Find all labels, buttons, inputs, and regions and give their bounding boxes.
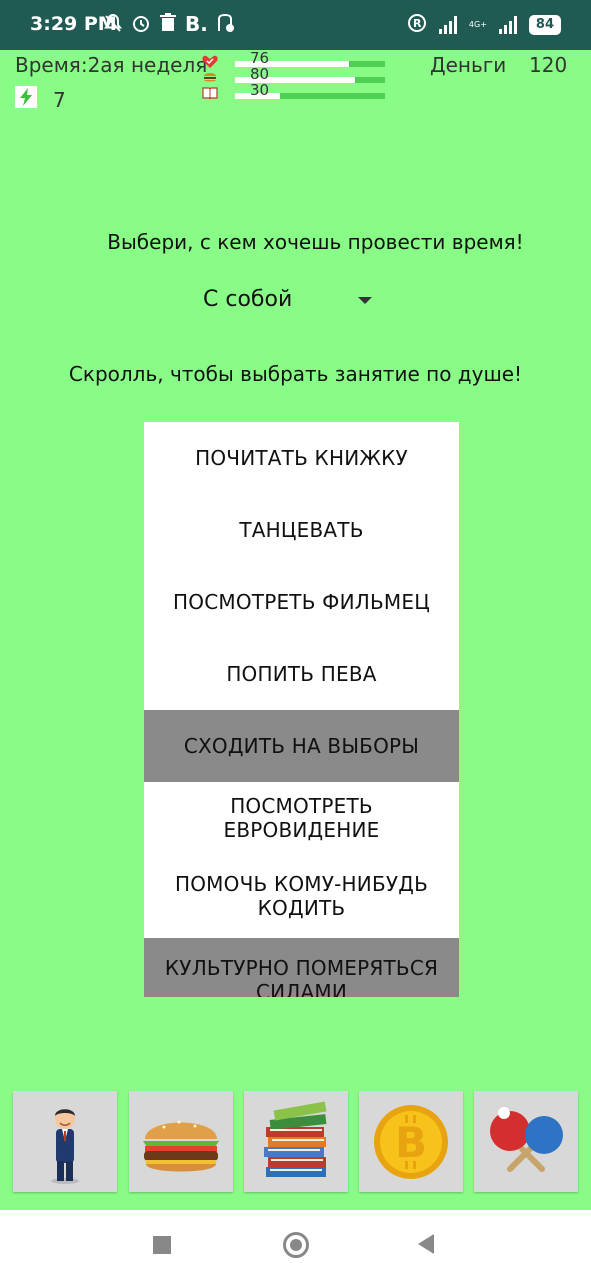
ping-pong-icon xyxy=(490,1107,563,1172)
status-right-group: R 4G+ 84 xyxy=(407,13,561,37)
app-notification-icon xyxy=(215,13,235,39)
game-stats-bar: Время:2ая неделя 7 76 80 30 Деньги 120 xyxy=(0,49,591,120)
trash-icon xyxy=(160,13,176,39)
activity-dance[interactable]: ТАНЦЕВАТЬ xyxy=(144,494,459,566)
heart-icon xyxy=(200,55,220,71)
burger-icon xyxy=(200,71,220,87)
system-nav-bar xyxy=(0,1210,591,1280)
books-icon xyxy=(264,1101,327,1177)
bottom-toolbar: B xyxy=(0,1091,591,1193)
battery-level: 84 xyxy=(528,15,561,35)
activity-help-code[interactable]: ПОМОЧЬ КОМУ-НИБУДЬ КОДИТЬ xyxy=(144,854,459,938)
carrier-badge: B. xyxy=(185,12,208,36)
registered-icon: R xyxy=(407,13,427,37)
burger-icon xyxy=(143,1120,219,1172)
recent-apps-icon[interactable] xyxy=(153,1236,171,1254)
signal-strength-icon xyxy=(438,16,457,34)
dropdown-arrow-icon xyxy=(358,297,372,304)
knowledge-stat: 30 xyxy=(200,81,390,103)
activity-list[interactable]: ПОЧИТАТЬ КНИЖКУ ТАНЦЕВАТЬ ПОСМОТРЕТЬ ФИЛ… xyxy=(144,422,459,997)
svg-text:R: R xyxy=(413,17,422,30)
activity-watch-eurovision[interactable]: ПОСМОТРЕТЬ ЕВРОВИДЕНИЕ xyxy=(144,782,459,854)
money-value: 120 xyxy=(529,53,568,77)
health-stat: 76 xyxy=(200,49,390,71)
time-label: Время:2ая неделя xyxy=(15,53,208,77)
book-icon xyxy=(200,87,220,103)
companion-dropdown[interactable]: С собой xyxy=(200,287,380,317)
energy-value: 7 xyxy=(53,88,66,112)
businessman-icon xyxy=(51,1109,79,1184)
character-button[interactable] xyxy=(13,1091,117,1192)
activity-go-vote[interactable]: СХОДИТЬ НА ВЫБОРЫ xyxy=(144,710,459,782)
leisure-button[interactable] xyxy=(474,1091,578,1192)
knowledge-value: 30 xyxy=(250,81,270,99)
network-type: 4G+ xyxy=(468,20,487,29)
study-button[interactable] xyxy=(244,1091,348,1192)
signal-strength-icon-2 xyxy=(498,16,517,34)
companion-prompt: Выбери, с кем хочешь провести время! xyxy=(0,230,591,254)
lightning-icon xyxy=(15,86,37,108)
home-icon[interactable] xyxy=(283,1232,309,1258)
money-label: Деньги xyxy=(430,53,507,77)
back-icon[interactable] xyxy=(418,1234,434,1254)
bitcoin-coin-icon: B xyxy=(374,1105,448,1179)
food-button[interactable] xyxy=(129,1091,233,1192)
activity-fight[interactable]: КУЛЬТУРНО ПОМЕРЯТЬСЯ СИЛАМИ xyxy=(144,938,459,997)
companion-prompt-text: Выбери, с кем хочешь провести время! xyxy=(107,230,524,254)
alarm-icon xyxy=(131,13,151,39)
money-button[interactable]: B xyxy=(359,1091,463,1192)
activity-drink-beer[interactable]: ПОПИТЬ ПЕВА xyxy=(144,638,459,710)
notifications-off-icon xyxy=(103,13,123,39)
activity-read-book[interactable]: ПОЧИТАТЬ КНИЖКУ xyxy=(144,422,459,494)
activity-watch-movie[interactable]: ПОСМОТРЕТЬ ФИЛЬМЕЦ xyxy=(144,566,459,638)
svg-text:B: B xyxy=(395,1118,427,1167)
satiety-stat: 80 xyxy=(200,65,390,87)
companion-selected: С собой xyxy=(203,287,293,312)
activity-hint: Скролль, чтобы выбрать занятие по душе! xyxy=(68,362,523,386)
status-bar: 3:29 PM B. R 4G+ 84 xyxy=(0,0,591,50)
